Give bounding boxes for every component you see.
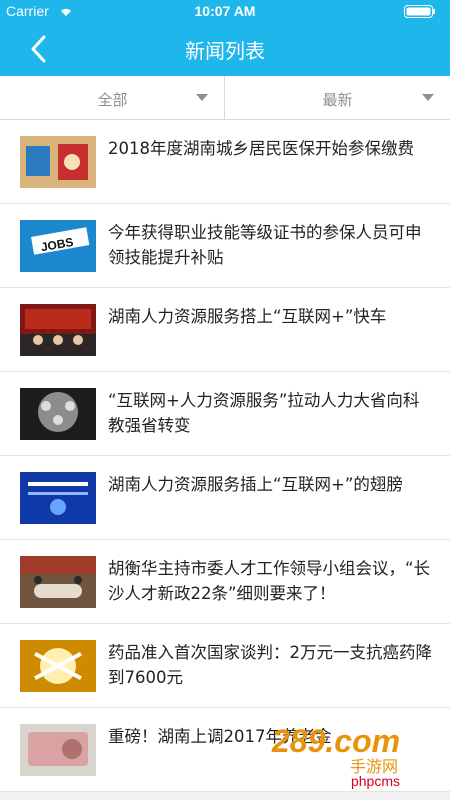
news-item[interactable]: 湖南人力资源服务搭上“互联网+”快车 bbox=[0, 288, 450, 372]
news-item[interactable]: “互联网+人力资源服务”拉动人力大省向科教强省转变 bbox=[0, 372, 450, 456]
news-item[interactable]: 胡衡华主持市委人才工作领导小组会议，“长沙人才新政22条”细则要来了！ bbox=[0, 540, 450, 624]
battery-icon bbox=[404, 5, 435, 18]
chevron-down-icon bbox=[422, 94, 434, 101]
jobs-thumb: JOBS bbox=[20, 220, 96, 272]
network-thumb bbox=[20, 388, 96, 440]
news-title: 湖南人力资源服务搭上“互联网+”快车 bbox=[108, 307, 387, 326]
category-filter-label: 全部 bbox=[97, 91, 128, 109]
watermark-site-label: phpcms bbox=[350, 773, 400, 789]
news-title: 重磅！湖南上调2017年养老金 bbox=[108, 727, 332, 746]
news-title: 湖南人力资源服务插上“互联网+”的翅膀 bbox=[108, 475, 403, 494]
status-bar: Carrier 10:07 AM bbox=[0, 0, 450, 24]
page-title: 新闻列表 bbox=[185, 39, 265, 63]
news-title: 药品准入首次国家谈判：2万元一支抗癌药降到7600元 bbox=[108, 643, 432, 687]
news-title: 2018年度湖南城乡居民医保开始参保缴费 bbox=[108, 139, 414, 158]
news-title: “互联网+人力资源服务”拉动人力大省向科教强省转变 bbox=[108, 391, 420, 435]
news-item[interactable]: JOBS 今年获得职业技能等级证书的参保人员可申领技能提升补贴 bbox=[0, 204, 450, 288]
news-title: 胡衡华主持市委人才工作领导小组会议，“长沙人才新政22条”细则要来了！ bbox=[108, 559, 431, 603]
conference-thumb bbox=[20, 304, 96, 356]
blue-banner-thumb bbox=[20, 472, 96, 524]
money-thumb bbox=[20, 724, 96, 776]
chevron-down-icon bbox=[196, 94, 208, 101]
meeting-thumb bbox=[20, 556, 96, 608]
news-item[interactable]: 药品准入首次国家谈判：2万元一支抗癌药降到7600元 bbox=[0, 624, 450, 708]
category-filter[interactable]: 全部 bbox=[0, 76, 225, 120]
news-item[interactable]: 2018年度湖南城乡居民医保开始参保缴费 bbox=[0, 120, 450, 204]
news-item[interactable]: 湖南人力资源服务插上“互联网+”的翅膀 bbox=[0, 456, 450, 540]
medicine-thumb bbox=[20, 640, 96, 692]
news-list: 2018年度湖南城乡居民医保开始参保缴费 JOBS 今年获得职业技能等级证书的参… bbox=[0, 120, 450, 792]
news-title: 今年获得职业技能等级证书的参保人员可申领技能提升补贴 bbox=[108, 223, 422, 267]
status-time: 10:07 AM bbox=[194, 3, 256, 19]
sort-filter-label: 最新 bbox=[322, 91, 353, 109]
medical-insurance-thumb bbox=[20, 136, 96, 188]
app-header: Carrier 10:07 AM 新闻列表 bbox=[0, 0, 450, 76]
filter-bar: 全部 最新 bbox=[0, 76, 450, 120]
sort-filter[interactable]: 最新 bbox=[225, 76, 450, 120]
